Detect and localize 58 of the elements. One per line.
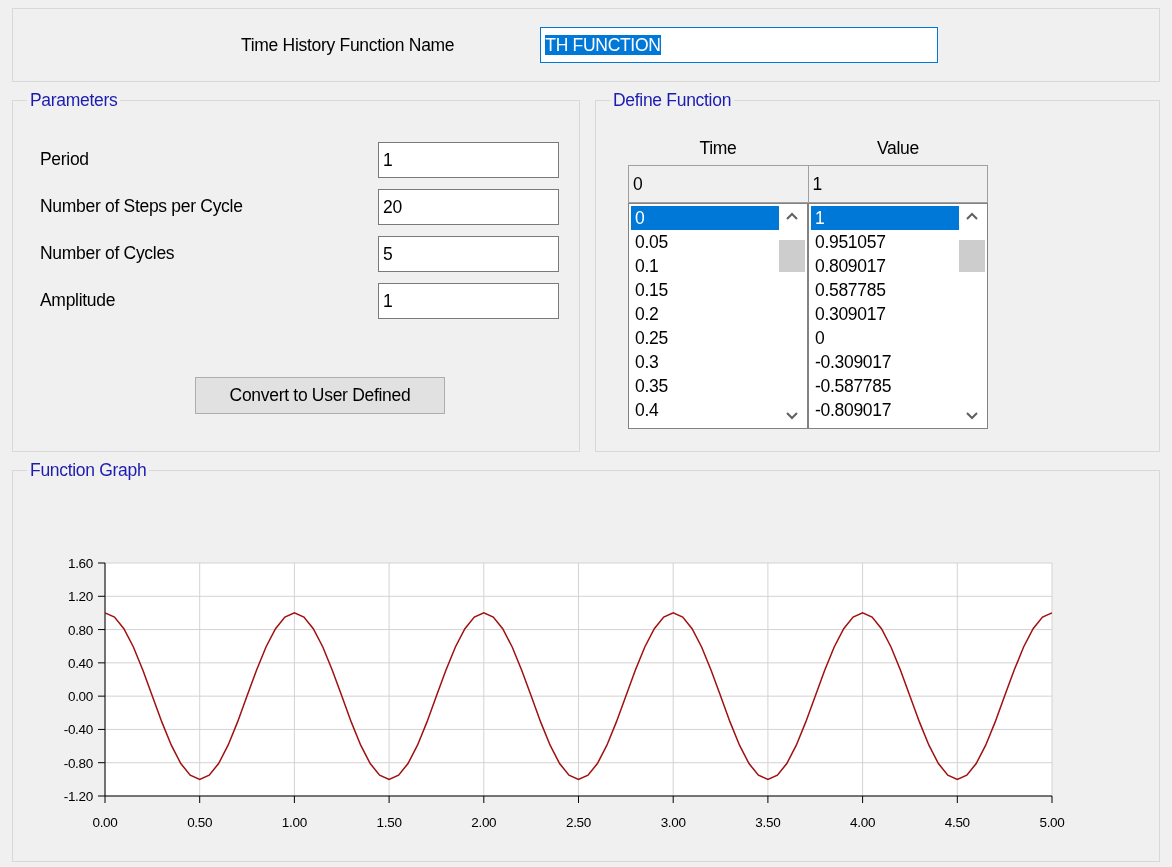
parameter-label: Number of Steps per Cycle: [40, 195, 243, 219]
list-item[interactable]: 0.309017: [811, 302, 959, 326]
function-name-field[interactable]: TH FUNCTION: [540, 27, 939, 63]
y-tick-label: 0.00: [67, 689, 93, 705]
list-item[interactable]: -0.809017: [811, 398, 959, 422]
x-tick-label: 2.00: [471, 815, 497, 830]
x-tick-label: 1.50: [376, 815, 402, 830]
list-item[interactable]: 0.15: [631, 278, 779, 302]
function-name-label: Time History Function Name: [241, 33, 455, 57]
y-tick-label: -1.20: [63, 789, 93, 804]
x-tick-label: 3.50: [755, 815, 781, 830]
parameter-label: Amplitude: [40, 289, 116, 313]
y-tick-label: 1.60: [67, 556, 93, 571]
y-tick-label: 1.20: [67, 589, 93, 605]
list-item[interactable]: 0.35: [631, 374, 779, 398]
scrollbar-thumb[interactable]: [779, 240, 805, 272]
list-item[interactable]: 0: [811, 326, 959, 350]
list-item[interactable]: 1: [811, 206, 959, 230]
list-item[interactable]: 0.1: [631, 254, 779, 278]
x-tick-label: 4.00: [850, 815, 876, 830]
list-item[interactable]: 0.3: [631, 350, 779, 374]
y-tick-label: 0.40: [67, 655, 93, 671]
list-item[interactable]: 0: [631, 206, 779, 230]
list-item[interactable]: -0.309017: [811, 350, 959, 374]
list-item[interactable]: 0.05: [631, 230, 779, 254]
x-tick-label: 4.50: [944, 815, 970, 830]
scroll-down-icon[interactable]: [786, 412, 798, 420]
list-item[interactable]: -0.587785: [811, 374, 959, 398]
scroll-down-icon[interactable]: [966, 412, 978, 420]
x-tick-label: 3.00: [660, 815, 686, 830]
list-item[interactable]: 0.4: [631, 398, 779, 422]
parameter-field[interactable]: 1: [378, 282, 559, 319]
edit-cell[interactable]: 1: [808, 166, 988, 202]
x-tick-label: 0.00: [92, 815, 118, 830]
list-item[interactable]: 0.587785: [811, 278, 959, 302]
scrollbar-thumb[interactable]: [959, 240, 985, 272]
x-tick-label: 5.00: [1039, 815, 1065, 830]
list-item[interactable]: 0.951057: [811, 230, 959, 254]
y-tick-label: -0.40: [63, 722, 93, 738]
parameter-label: Period: [40, 148, 89, 172]
parameter-field[interactable]: 20: [378, 188, 559, 225]
edit-cell[interactable]: 0: [629, 166, 809, 202]
parameter-label: Number of Cycles: [40, 242, 175, 266]
list-item[interactable]: 0.2: [631, 302, 779, 326]
x-tick-label: 0.50: [187, 815, 213, 830]
scroll-up-icon[interactable]: [966, 212, 978, 220]
convert-button[interactable]: Convert to User Defined: [195, 377, 445, 414]
x-tick-label: 1.00: [281, 815, 307, 830]
scroll-up-icon[interactable]: [786, 212, 798, 220]
y-tick-label: -0.80: [63, 755, 93, 771]
list-item[interactable]: 0.25: [631, 326, 779, 350]
column-header: Value: [876, 137, 920, 160]
parameter-field[interactable]: 5: [378, 235, 559, 272]
list-item[interactable]: 0.809017: [811, 254, 959, 278]
x-tick-label: 2.50: [565, 815, 592, 830]
parameter-field[interactable]: 1: [378, 141, 559, 178]
y-tick-label: 0.80: [67, 622, 93, 638]
column-header: Time: [698, 137, 738, 160]
